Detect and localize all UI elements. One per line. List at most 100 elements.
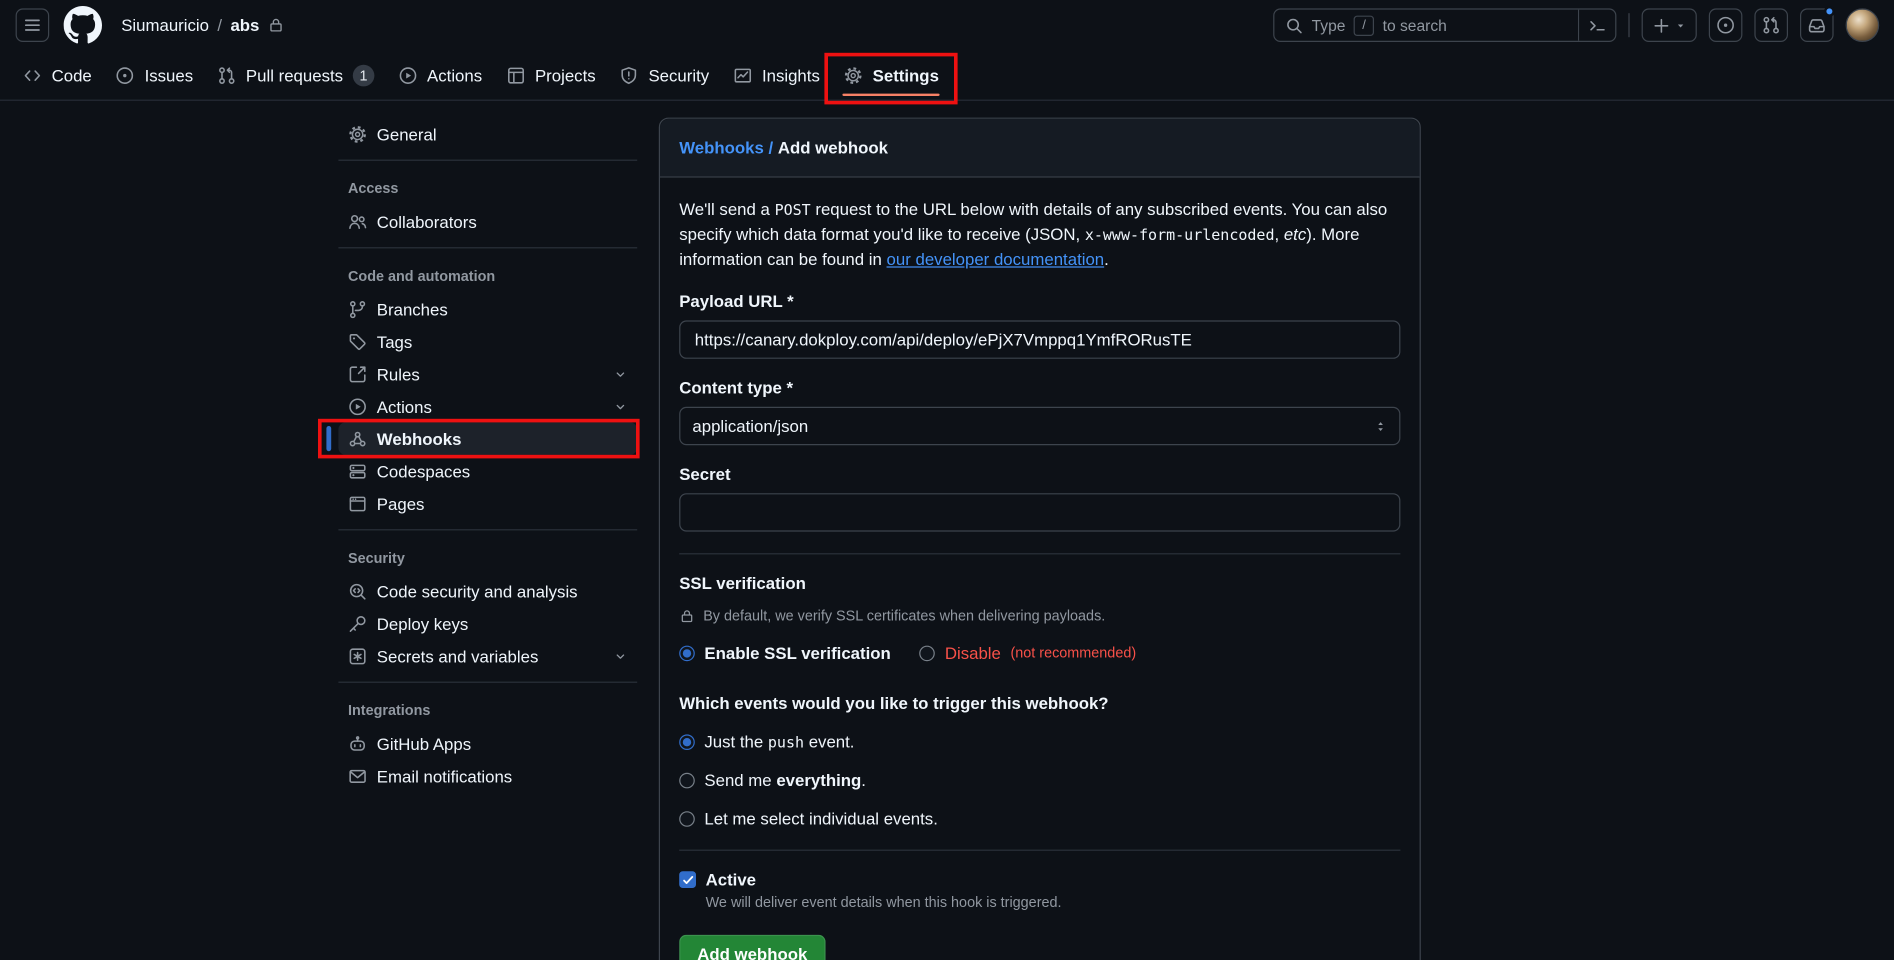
tab-label: Insights	[762, 65, 820, 84]
sidebar-divider	[338, 247, 637, 248]
issues-dashboard-button[interactable]	[1709, 8, 1743, 42]
inbox-icon	[1807, 16, 1826, 35]
radio-unchecked-icon	[920, 645, 936, 661]
sidebar-divider	[338, 529, 637, 530]
browser-icon	[348, 494, 367, 513]
sidebar-item-codespaces[interactable]: Codespaces	[338, 455, 637, 487]
developer-documentation-link[interactable]: our developer documentation	[887, 250, 1105, 269]
intro-text: ,	[1274, 224, 1283, 243]
form-divider	[679, 553, 1400, 554]
sidebar-item-pages[interactable]: Pages	[338, 487, 637, 519]
plus-icon	[1652, 16, 1670, 34]
enable-ssl-radio[interactable]: Enable SSL verification	[679, 643, 891, 662]
ssl-options: Enable SSL verification Disable (not rec…	[679, 643, 1400, 662]
radio-unchecked-icon	[679, 811, 695, 827]
secret-input[interactable]	[679, 493, 1400, 531]
sidebar-item-secrets-variables[interactable]: Secrets and variables	[338, 640, 637, 672]
private-lock-icon	[268, 17, 285, 34]
push-code: push	[768, 733, 804, 751]
chevron-down-icon	[613, 367, 627, 381]
active-checkbox[interactable]	[679, 871, 696, 888]
sidebar-item-label: Deploy keys	[377, 614, 469, 633]
event-individual-radio[interactable]: Let me select individual events.	[679, 809, 1400, 828]
tab-code[interactable]: Code	[11, 50, 104, 99]
tab-insights[interactable]: Insights	[721, 50, 832, 99]
tab-security[interactable]: Security	[608, 50, 721, 99]
repo-name-link[interactable]: abs	[230, 16, 259, 35]
breadcrumb-separator: /	[217, 16, 222, 35]
sidebar-item-collaborators[interactable]: Collaborators	[338, 205, 637, 237]
settings-layout: General Access Collaborators Code and au…	[0, 101, 1894, 960]
sidebar-item-tags[interactable]: Tags	[338, 325, 637, 357]
sidebar-section-access: Access	[338, 170, 637, 205]
form-divider	[679, 850, 1400, 851]
payload-url-input[interactable]	[679, 320, 1400, 358]
sidebar-item-rules[interactable]: Rules	[338, 358, 637, 390]
command-palette-button[interactable]	[1578, 10, 1615, 41]
sidebar-item-email-notifications[interactable]: Email notifications	[338, 760, 637, 792]
sidebar-item-branches[interactable]: Branches	[338, 293, 637, 325]
key-icon	[348, 614, 367, 633]
hamburger-menu-button[interactable]	[16, 8, 50, 42]
tab-label: Security	[648, 65, 709, 84]
tab-label: Settings	[873, 65, 939, 84]
search-placeholder-pre: Type	[1312, 16, 1346, 34]
event-push-label: Just the push event.	[704, 732, 854, 751]
breadcrumb: Siumauricio / abs	[121, 16, 284, 35]
hamburger-icon	[23, 16, 42, 35]
pull-requests-dashboard-button[interactable]	[1754, 8, 1788, 42]
user-avatar[interactable]	[1846, 8, 1880, 42]
pull-requests-count-badge: 1	[353, 64, 375, 86]
table-icon	[506, 65, 525, 84]
play-icon	[398, 65, 417, 84]
code-icon	[23, 65, 42, 84]
content-type-value: application/json	[692, 416, 808, 435]
header-divider	[1628, 13, 1629, 37]
sidebar-item-label: General	[377, 124, 437, 143]
card-header: Webhooks / Add webhook	[660, 119, 1420, 178]
tab-actions[interactable]: Actions	[386, 50, 494, 99]
event-push-radio[interactable]: Just the push event.	[679, 732, 1400, 751]
sidebar-item-github-apps[interactable]: GitHub Apps	[338, 727, 637, 759]
sidebar-section-code-automation: Code and automation	[338, 258, 637, 293]
active-tab-underline	[843, 94, 940, 96]
play-icon	[348, 397, 367, 416]
sidebar-item-webhooks[interactable]: Webhooks	[338, 422, 637, 454]
sidebar-item-deploy-keys[interactable]: Deploy keys	[338, 607, 637, 639]
sidebar-item-code-security[interactable]: Code security and analysis	[338, 575, 637, 607]
gear-icon	[348, 124, 367, 143]
card-body: We'll send a POST request to the URL bel…	[660, 178, 1420, 960]
codespaces-icon	[348, 461, 367, 480]
tab-pull-requests[interactable]: Pull requests 1	[205, 50, 386, 99]
terminal-icon	[1588, 16, 1606, 34]
create-new-button[interactable]	[1642, 8, 1697, 42]
lock-icon	[679, 608, 695, 624]
enable-ssl-label: Enable SSL verification	[704, 643, 890, 662]
tab-settings[interactable]: Settings	[832, 50, 951, 99]
ssl-note: By default, we verify SSL certificates w…	[679, 607, 1400, 624]
disable-ssl-radio[interactable]: Disable (not recommended)	[920, 643, 1137, 662]
sidebar-item-actions[interactable]: Actions	[338, 390, 637, 422]
intro-text: We'll send a	[679, 199, 774, 218]
search-input[interactable]: Type / to search	[1273, 8, 1616, 42]
content-type-select[interactable]: application/json	[679, 407, 1400, 445]
tab-issues[interactable]: Issues	[104, 50, 205, 99]
events-heading: Which events would you like to trigger t…	[679, 694, 1400, 713]
tab-label: Actions	[427, 65, 482, 84]
tab-label: Projects	[535, 65, 596, 84]
add-webhook-card: Webhooks / Add webhook We'll send a POST…	[659, 118, 1421, 960]
event-everything-radio[interactable]: Send me everything.	[679, 770, 1400, 789]
github-logo[interactable]	[64, 6, 102, 44]
notifications-inbox-button[interactable]	[1800, 8, 1834, 42]
tag-icon	[348, 332, 367, 351]
tab-projects[interactable]: Projects	[494, 50, 607, 99]
updown-caret-icon	[1374, 419, 1387, 432]
active-note: We will deliver event details when this …	[706, 894, 1401, 911]
repo-owner-link[interactable]: Siumauricio	[121, 16, 209, 35]
github-settings-page: Siumauricio / abs Type / to search	[0, 0, 1894, 960]
sidebar-item-general[interactable]: General	[338, 118, 637, 150]
sidebar-item-label: Email notifications	[377, 766, 512, 785]
webhooks-breadcrumb-link[interactable]: Webhooks /	[679, 138, 773, 157]
sidebar-item-label: Collaborators	[377, 212, 477, 231]
add-webhook-button[interactable]: Add webhook	[679, 935, 825, 960]
